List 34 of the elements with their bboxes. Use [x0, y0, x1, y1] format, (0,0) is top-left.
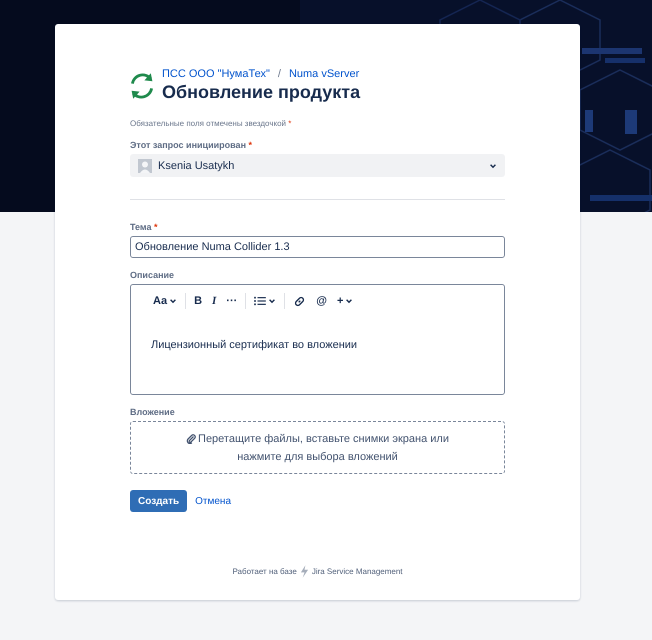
caret-icon [345, 297, 354, 305]
field-label: Вложение [130, 407, 176, 417]
create-button[interactable]: Создать [130, 490, 188, 512]
toolbar-button[interactable]: Aa [151, 295, 180, 307]
required-note: Обязательные поля отмечены звездочкой * [130, 119, 292, 128]
caret-icon [169, 297, 178, 305]
paperclip-icon [186, 434, 196, 444]
caret-icon [489, 162, 497, 170]
breadcrumb-link[interactable]: Numa vServer [288, 68, 360, 80]
field-label: Описание [130, 270, 176, 280]
product-name: Jira Service Management [312, 567, 403, 576]
cancel-link[interactable]: Отмена [195, 496, 232, 506]
page-title: Обновление продукта [162, 82, 360, 103]
description-editor[interactable]: Aa B I ··· @ + Лицензионный сертификат во вложении [130, 284, 505, 395]
avatar-icon [138, 158, 152, 172]
toolbar-button[interactable]: + [335, 295, 356, 307]
attachment-dropzone[interactable]: Перетащите файлы, вставьте снимки экрана или нажмите для выбора вложений [130, 421, 505, 474]
editor-text: Лицензионный сертификат во вложении [151, 339, 358, 351]
input-field[interactable]: Обновление Numa Collider 1.3 [130, 236, 505, 258]
field-label: Этот запрос инициирован * [130, 140, 254, 150]
bolt-icon [300, 565, 309, 578]
toolbar-button[interactable]: I [210, 295, 218, 307]
dropzone-text: нажмите для выбора вложений [237, 450, 398, 464]
field-label: Тема * [130, 222, 158, 232]
caret-icon [268, 297, 276, 305]
toolbar-button[interactable]: ··· [224, 295, 240, 307]
toolbar-button[interactable]: B [192, 295, 204, 307]
toolbar-button[interactable]: @ [314, 295, 330, 307]
dropzone-text: Перетащите файлы, вставьте снимки экрана или [198, 432, 449, 446]
footer-text: Работает на базе [232, 567, 297, 576]
user-select[interactable]: Ksenia Usatykh [130, 154, 505, 177]
breadcrumb-separator: / [278, 68, 281, 80]
breadcrumb-link[interactable]: ПСС ООО "НумаТех" [162, 68, 270, 80]
list-icon [254, 296, 266, 306]
